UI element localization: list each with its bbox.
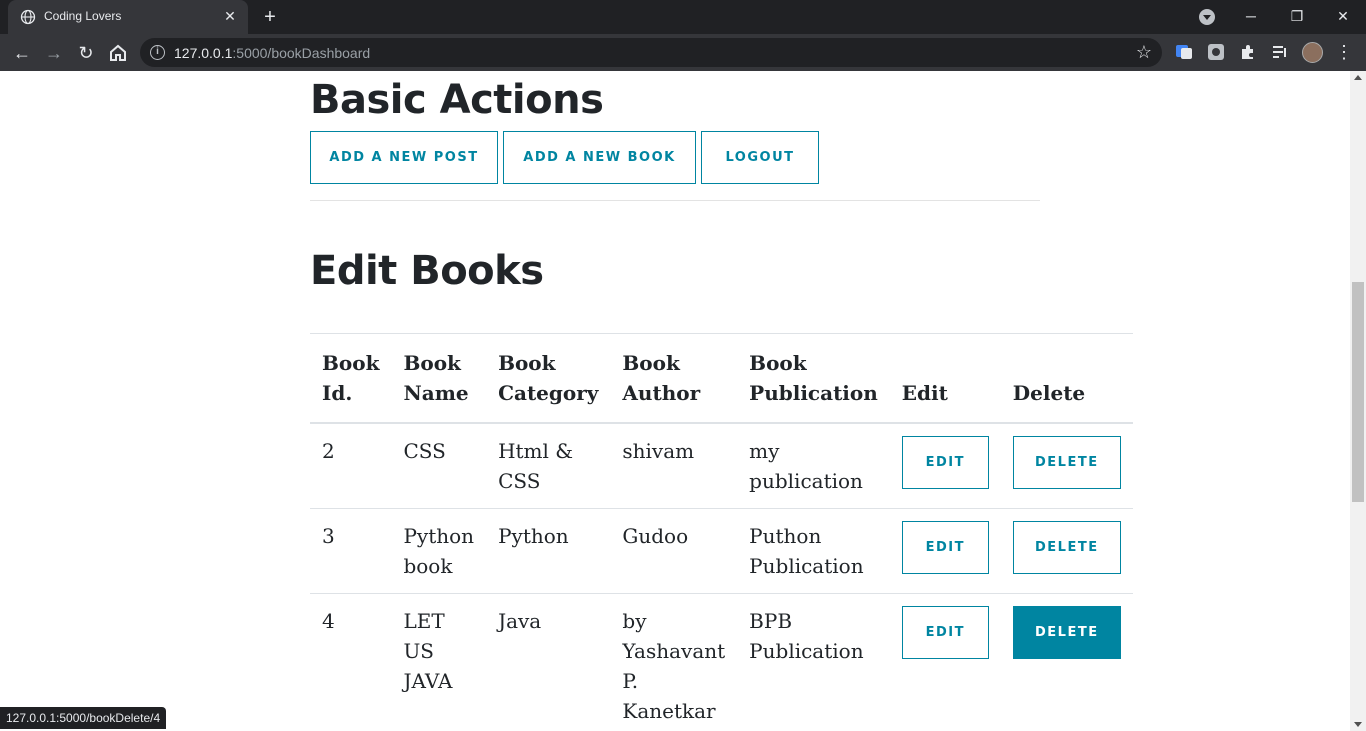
cell-book-publication: my publication [737,423,890,509]
back-arrow-icon[interactable]: ← [10,41,34,65]
books-table: Book Id. Book Name Book Category Book Author… [310,333,1133,731]
cell-book-author: by Yashavant P. Kanetkar [610,593,738,731]
basic-actions-heading: Basic Actions [310,77,604,123]
home-icon[interactable] [106,41,130,65]
info-icon[interactable]: i [150,45,165,60]
url-text: 127.0.0.1:5000/bookDashboard [174,45,371,61]
scroll-up-arrow-icon[interactable] [1354,75,1362,80]
globe-icon [20,9,36,25]
cell-book-author: Gudoo [610,508,738,594]
cell-book-publication: BPB Publication [737,593,890,731]
table-row: 2 CSS Html & CSS shivam my publication E… [310,423,1133,509]
edit-button[interactable]: EDIT [901,436,989,489]
translate-extension-icon[interactable] [1175,43,1193,61]
puzzle-extensions-icon[interactable] [1239,43,1257,61]
tab-title: Coding Lovers [44,9,122,23]
add-new-post-button[interactable]: ADD A NEW POST [310,131,498,184]
edit-button[interactable]: EDIT [901,606,989,659]
delete-button[interactable]: DELETE [1012,521,1121,574]
new-tab-icon[interactable]: + [260,7,280,27]
header-book-author: Book Author [610,333,738,424]
browser-tab-bar: Coding Lovers ✕ + ─ ❐ ✕ [0,0,1366,34]
forward-arrow-icon[interactable]: → [42,41,66,65]
section-divider [310,200,1040,201]
restore-icon[interactable]: ❐ [1274,0,1320,32]
cell-book-id: 2 [310,423,392,509]
minimize-icon[interactable]: ─ [1228,0,1274,32]
cell-book-name: CSS [391,423,487,509]
cell-book-publication: Puthon Publication [737,508,890,594]
cell-book-category: Java [486,593,611,731]
cell-book-id: 4 [310,593,392,731]
cell-book-author: shivam [610,423,738,509]
cell-book-name: LET US JAVA [391,593,487,731]
browser-toolbar: ← → ↻ i 127.0.0.1:5000/bookDashboard ☆ ⋮ [0,34,1366,71]
table-row: 4 LET US JAVA Java by Yashavant P. Kanet… [310,593,1133,731]
page-scrollbar[interactable] [1350,71,1366,731]
header-book-publication: Book Publication [737,333,890,424]
header-book-category: Book Category [486,333,611,424]
tab-search-icon[interactable] [1199,9,1215,25]
table-row: 3 Python book Python Gudoo Puthon Public… [310,508,1133,594]
window-close-icon[interactable]: ✕ [1320,0,1366,32]
scroll-down-arrow-icon[interactable] [1354,722,1362,727]
browser-menu-icon[interactable]: ⋮ [1334,40,1354,64]
cell-book-id: 3 [310,508,392,594]
header-book-name: Book Name [391,333,487,424]
media-queue-icon[interactable] [1271,43,1289,61]
profile-avatar[interactable] [1302,42,1323,63]
page-viewport: Basic Actions ADD A NEW POST ADD A NEW B… [0,71,1350,731]
link-status-bar: 127.0.0.1:5000/bookDelete/4 [0,707,167,729]
address-bar[interactable]: i 127.0.0.1:5000/bookDashboard ☆ [140,38,1162,67]
cell-book-name: Python book [391,508,487,594]
bookmark-star-icon[interactable]: ☆ [1136,42,1152,63]
table-header-row: Book Id. Book Name Book Category Book Author… [310,333,1133,424]
extension-icon[interactable] [1207,43,1225,61]
header-edit: Edit [889,333,1001,424]
cell-book-category: Python [486,508,611,594]
browser-tab[interactable]: Coding Lovers ✕ [8,0,248,34]
cell-book-category: Html & CSS [486,423,611,509]
edit-books-heading: Edit Books [310,248,544,294]
close-tab-icon[interactable]: ✕ [222,8,238,24]
header-delete: Delete [1000,333,1133,424]
edit-button[interactable]: EDIT [901,521,989,574]
add-new-book-button[interactable]: ADD A NEW BOOK [503,131,696,184]
reload-icon[interactable]: ↻ [74,41,98,65]
logout-button[interactable]: LOGOUT [701,131,819,184]
delete-button-hovered[interactable]: DELETE [1012,606,1121,659]
delete-button[interactable]: DELETE [1012,436,1121,489]
scrollbar-thumb[interactable] [1352,282,1364,502]
header-book-id: Book Id. [310,333,392,424]
